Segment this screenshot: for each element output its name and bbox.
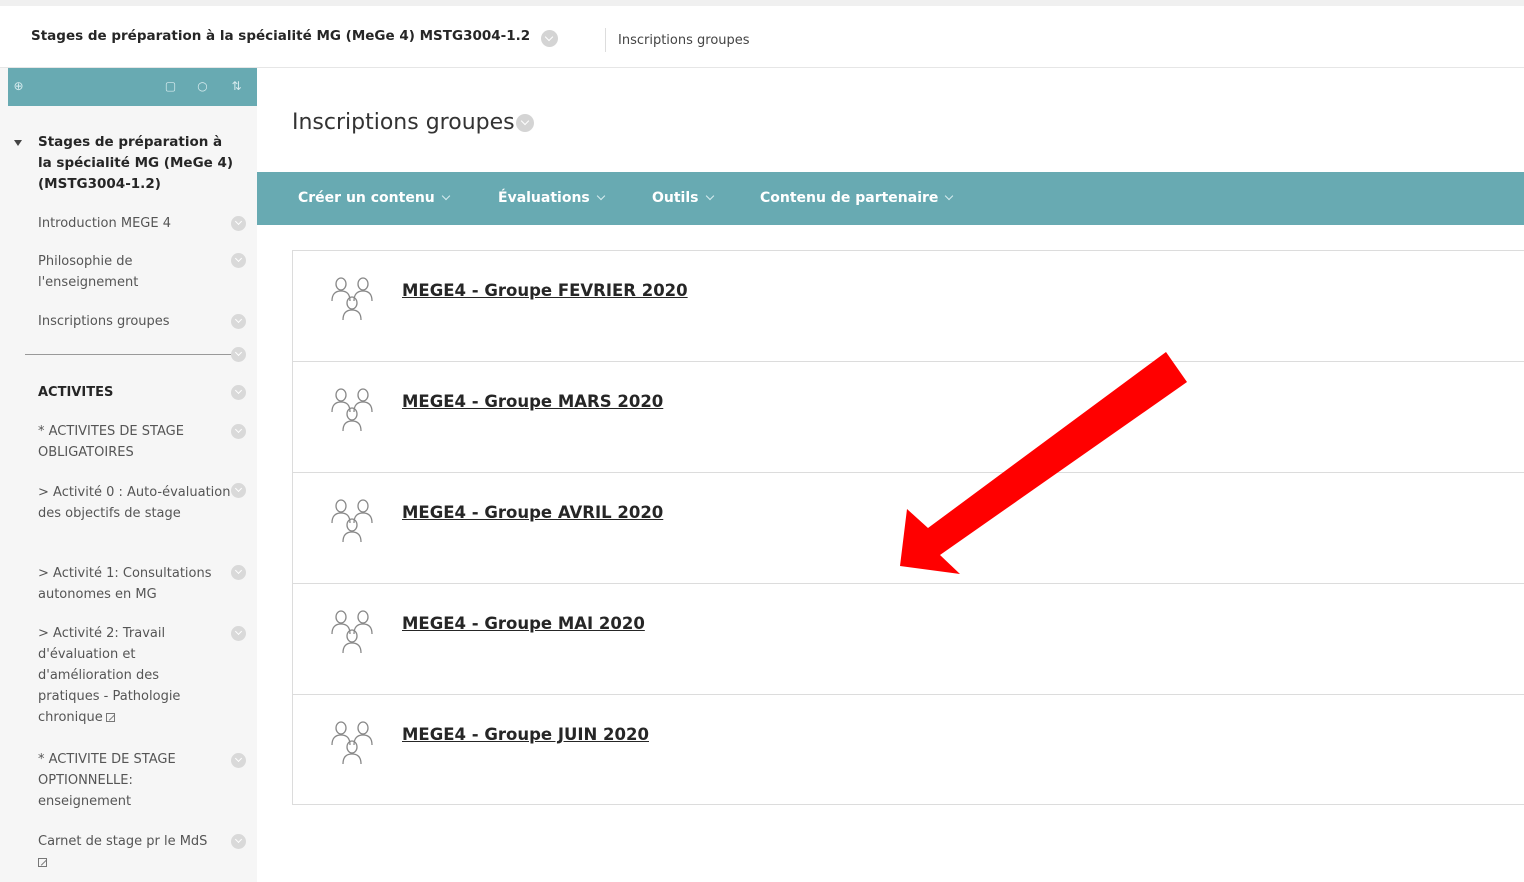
breadcrumb: Stages de préparation à la spécialité MG… bbox=[0, 0, 1524, 68]
group-icon bbox=[331, 388, 373, 432]
chevron-down-icon[interactable] bbox=[231, 385, 246, 400]
chevron-down-icon[interactable] bbox=[231, 424, 246, 439]
chevron-down-icon[interactable] bbox=[231, 565, 246, 580]
chevron-down-icon[interactable] bbox=[231, 314, 246, 329]
add-icon[interactable]: ⊕ bbox=[12, 80, 25, 93]
create-content-menu[interactable]: Créer un contenu bbox=[298, 190, 451, 206]
chevron-down-icon[interactable] bbox=[231, 753, 246, 768]
partner-content-menu[interactable]: Contenu de partenaire bbox=[760, 190, 954, 206]
external-link-icon bbox=[38, 858, 47, 867]
sidebar-divider bbox=[25, 354, 232, 355]
sidebar-item-inscriptions[interactable]: Inscriptions groupes bbox=[38, 311, 230, 332]
chevron-down-icon[interactable] bbox=[231, 253, 246, 268]
collapse-arrow-icon[interactable] bbox=[14, 140, 22, 146]
group-list: MEGE4 - Groupe FEVRIER 2020 MEGE4 - Grou… bbox=[292, 250, 1524, 805]
tools-menu[interactable]: Outils bbox=[652, 190, 714, 206]
sort-icon[interactable]: ⇅ bbox=[230, 80, 243, 93]
action-bar: Créer un contenu Évaluations Outils Cont… bbox=[257, 172, 1524, 225]
chevron-down-icon[interactable] bbox=[231, 626, 246, 641]
evaluations-menu[interactable]: Évaluations bbox=[498, 190, 606, 206]
list-item: MEGE4 - Groupe JUIN 2020 bbox=[293, 695, 1524, 806]
sidebar-item-activites[interactable]: ACTIVITES bbox=[38, 382, 230, 403]
breadcrumb-course[interactable]: Stages de préparation à la spécialité MG… bbox=[31, 28, 530, 44]
sidebar-item-philosophie[interactable]: Philosophie de l'enseignement bbox=[38, 251, 188, 293]
chevron-down-icon[interactable] bbox=[231, 347, 246, 362]
sidebar-item-carnet[interactable]: Carnet de stage pr le MdS bbox=[38, 831, 233, 873]
external-link-icon bbox=[105, 713, 115, 722]
chevron-down-icon[interactable] bbox=[231, 834, 246, 849]
group-icon bbox=[331, 721, 373, 765]
sidebar-item-activite-0[interactable]: > Activité 0 : Auto-évaluation des objec… bbox=[38, 482, 236, 524]
chevron-down-icon bbox=[441, 191, 451, 201]
course-title[interactable]: Stages de préparation à la spécialité MG… bbox=[38, 132, 238, 195]
menu-label: Évaluations bbox=[498, 190, 590, 206]
chevron-down-icon bbox=[596, 191, 606, 201]
folder-icon[interactable]: ▢ bbox=[164, 80, 177, 93]
chevron-down-icon[interactable] bbox=[231, 216, 246, 231]
sidebar-item-activite-2[interactable]: > Activité 2: Travail d'évaluation et d'… bbox=[38, 623, 208, 728]
chevron-down-icon bbox=[945, 191, 954, 201]
list-item: MEGE4 - Groupe MARS 2020 bbox=[293, 362, 1524, 473]
group-icon bbox=[331, 499, 373, 543]
chevron-down-icon bbox=[705, 191, 714, 201]
sidebar-item-introduction[interactable]: Introduction MEGE 4 bbox=[38, 213, 230, 234]
chevron-down-icon[interactable] bbox=[516, 114, 534, 132]
menu-label: Créer un contenu bbox=[298, 190, 435, 206]
refresh-icon[interactable]: ○ bbox=[196, 80, 209, 93]
list-item: MEGE4 - Groupe AVRIL 2020 bbox=[293, 473, 1524, 584]
group-icon bbox=[331, 277, 373, 321]
group-link-fevrier[interactable]: MEGE4 - Groupe FEVRIER 2020 bbox=[402, 281, 688, 300]
group-link-mai[interactable]: MEGE4 - Groupe MAI 2020 bbox=[402, 614, 645, 633]
sidebar-item-activite-optionnelle[interactable]: * ACTIVITE DE STAGE OPTIONNELLE: enseign… bbox=[38, 749, 208, 812]
list-item: MEGE4 - Groupe FEVRIER 2020 bbox=[293, 251, 1524, 362]
group-link-avril[interactable]: MEGE4 - Groupe AVRIL 2020 bbox=[402, 503, 663, 522]
sidebar-item-activites-obligatoires[interactable]: * ACTIVITES DE STAGE OBLIGATOIRES bbox=[38, 421, 213, 463]
breadcrumb-current-page: Inscriptions groupes bbox=[618, 33, 750, 48]
group-icon bbox=[331, 610, 373, 654]
breadcrumb-separator bbox=[605, 28, 606, 52]
group-link-juin[interactable]: MEGE4 - Groupe JUIN 2020 bbox=[402, 725, 649, 744]
menu-label: Outils bbox=[652, 190, 699, 206]
sidebar-item-activite-1[interactable]: > Activité 1: Consultations autonomes en… bbox=[38, 563, 236, 605]
sidebar-item-label: Carnet de stage pr le MdS bbox=[38, 834, 208, 849]
page-title: Inscriptions groupes bbox=[292, 110, 515, 135]
course-menu: ⊕ ▢ ○ ⇅ Stages de préparation à la spéci… bbox=[0, 68, 257, 882]
list-item: MEGE4 - Groupe MAI 2020 bbox=[293, 584, 1524, 695]
sidebar-item-label: > Activité 2: Travail d'évaluation et d'… bbox=[38, 626, 181, 725]
chevron-down-icon[interactable] bbox=[541, 30, 558, 47]
group-link-mars[interactable]: MEGE4 - Groupe MARS 2020 bbox=[402, 392, 663, 411]
course-menu-toolbar: ⊕ ▢ ○ ⇅ bbox=[8, 68, 257, 106]
chevron-down-icon[interactable] bbox=[231, 483, 246, 498]
menu-label: Contenu de partenaire bbox=[760, 190, 939, 206]
